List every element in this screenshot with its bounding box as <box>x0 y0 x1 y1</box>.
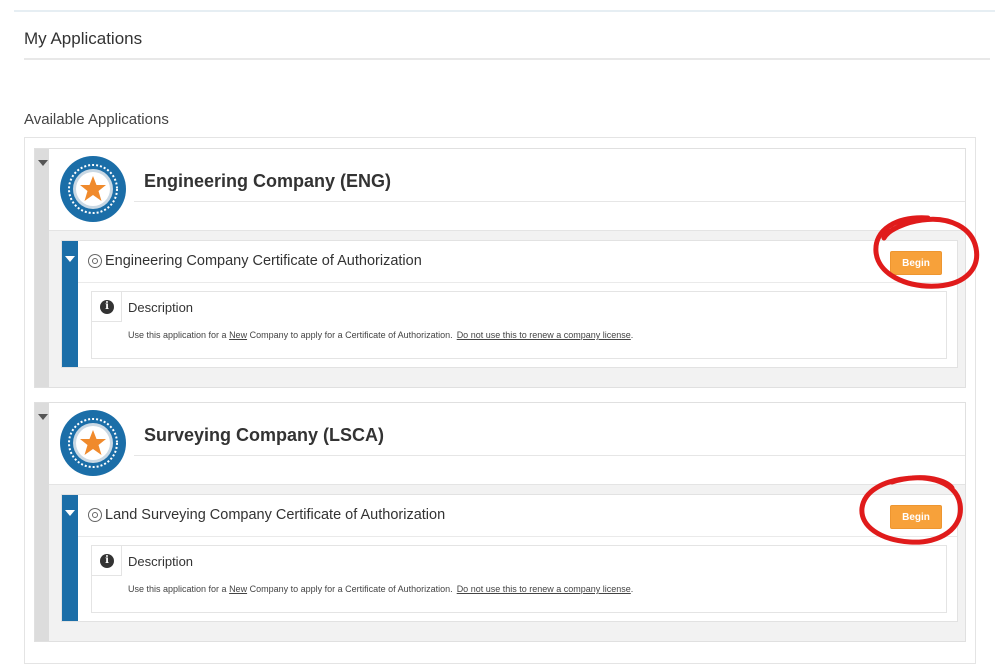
caret-down-icon[interactable] <box>65 256 75 262</box>
new-emphasis: New <box>229 584 248 594</box>
application-header: Land Surveying Company Certificate of Au… <box>78 495 957 537</box>
info-icon: i <box>100 554 114 568</box>
caret-down-icon[interactable] <box>65 510 75 516</box>
available-applications-heading: Available Applications <box>24 111 169 128</box>
info-icon: i <box>100 300 114 314</box>
caret-down-icon[interactable] <box>38 414 48 420</box>
application-title: Land Surveying Company Certificate of Au… <box>105 507 446 523</box>
renew-warning-link[interactable]: Do not use this to renew a company licen… <box>457 330 631 340</box>
description-text: Use this application for a New Company t… <box>128 584 634 594</box>
page-header: My Applications <box>24 22 990 60</box>
caret-down-icon[interactable] <box>38 160 48 166</box>
description-panel: i Description Use this application for a… <box>91 545 947 613</box>
description-text: Use this application for a New Company t… <box>128 330 634 340</box>
description-label: Description <box>128 300 194 315</box>
group-title: Surveying Company (LSCA) <box>144 425 385 445</box>
radio-target-icon <box>88 508 102 522</box>
application-collapse-rail[interactable] <box>62 241 78 367</box>
renew-warning-link[interactable]: Do not use this to renew a company licen… <box>457 584 631 594</box>
group-header: Surveying Company (LSCA) <box>49 403 965 485</box>
application-group-eng: Engineering Company (ENG) Engineering Co… <box>34 148 966 388</box>
group-collapse-rail[interactable] <box>35 403 49 641</box>
application-header: Engineering Company Certificate of Autho… <box>78 241 957 283</box>
group-collapse-rail[interactable] <box>35 149 49 387</box>
application-group-lsca: Surveying Company (LSCA) Land Surveying … <box>34 402 966 642</box>
group-title: Engineering Company (ENG) <box>144 171 392 191</box>
description-label: Description <box>128 554 194 569</box>
application-card: Land Surveying Company Certificate of Au… <box>61 494 958 622</box>
radio-target-icon <box>88 254 102 268</box>
group-header: Engineering Company (ENG) <box>49 149 965 231</box>
begin-button[interactable]: Begin <box>890 505 942 529</box>
application-title: Engineering Company Certificate of Autho… <box>105 253 422 269</box>
star-seal-icon <box>60 156 126 222</box>
title-divider <box>134 201 965 202</box>
star-seal-icon <box>60 410 126 476</box>
application-collapse-rail[interactable] <box>62 495 78 621</box>
begin-button[interactable]: Begin <box>890 251 942 275</box>
applications-list: Engineering Company (ENG) Engineering Co… <box>24 137 976 664</box>
page-title: My Applications <box>24 29 143 48</box>
description-panel: i Description Use this application for a… <box>91 291 947 359</box>
title-divider <box>134 455 965 456</box>
new-emphasis: New <box>229 330 248 340</box>
top-divider <box>14 10 995 12</box>
application-card: Engineering Company Certificate of Autho… <box>61 240 958 368</box>
